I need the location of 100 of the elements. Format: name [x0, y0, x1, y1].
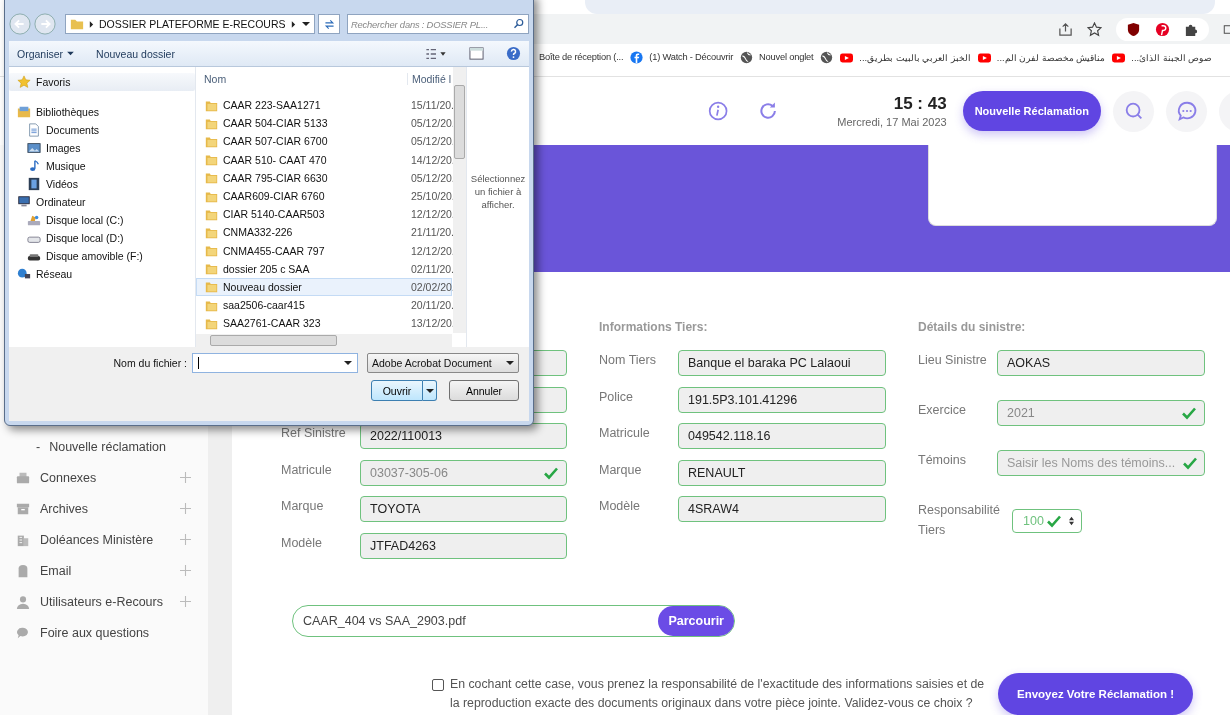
cancel-button[interactable]: Annuler: [449, 380, 519, 401]
user-icon: [16, 594, 30, 609]
back-icon[interactable]: [9, 13, 31, 35]
filename-field[interactable]: [192, 353, 358, 373]
field-label: Lieu Sinistre: [918, 352, 988, 367]
file-row[interactable]: CIAR 5140-CAAR503 12/12/20.: [196, 205, 452, 224]
nav-item[interactable]: Vidéos: [9, 175, 195, 193]
speech-bubble-icon: [16, 625, 30, 640]
sidebar-item[interactable]: Connexes: [0, 462, 208, 493]
youtube-icon: [1112, 50, 1126, 64]
new-claim-button[interactable]: Nouvelle Réclamation: [962, 91, 1101, 131]
view-icon[interactable]: [425, 46, 447, 61]
text-field[interactable]: 191.5P3.101.41296: [678, 386, 886, 413]
sidebar-item[interactable]: Email: [0, 555, 208, 586]
file-row[interactable]: CNMA455-CAAR 797 12/12/20.: [196, 241, 452, 260]
column-header[interactable]: Modifié l: [406, 73, 451, 85]
computer-icon: [17, 195, 31, 209]
caret-icon[interactable]: [344, 360, 352, 366]
shield-icon[interactable]: [1126, 21, 1141, 37]
bookmark[interactable]: Boîte de réception (...: [539, 52, 624, 62]
bookmark[interactable]: صوص الجبنة الذائ...: [1112, 50, 1213, 64]
section-heading: Informations Tiers:: [599, 320, 709, 336]
organize-menu[interactable]: Organiser: [17, 47, 64, 60]
text-field[interactable]: RENAULT: [678, 459, 886, 486]
forward-icon[interactable]: [34, 13, 56, 35]
sidebar-item[interactable]: Archives: [0, 493, 208, 524]
bookmark[interactable]: مناقيش مخصصة لفرن الم...: [977, 50, 1106, 64]
field-label: Nom Tiers: [599, 352, 657, 367]
search-icon[interactable]: [513, 18, 525, 30]
chevron-icon[interactable]: [89, 20, 94, 28]
open-options-button[interactable]: [423, 380, 437, 401]
sidebar-item[interactable]: Foire aux questions: [0, 617, 208, 648]
filetype-dropdown[interactable]: Adobe Acrobat Document: [367, 353, 519, 373]
help-icon[interactable]: [506, 46, 521, 61]
nav-item[interactable]: Ordinateur: [9, 193, 195, 211]
text-field[interactable]: JTFAD4263: [360, 532, 567, 559]
file-row[interactable]: CAAR 507-CIAR 6700 05/12/20.: [196, 132, 452, 151]
file-row[interactable]: CNMA332-226 21/11/20.: [196, 223, 452, 242]
chat-button[interactable]: [1166, 90, 1207, 132]
refresh-button[interactable]: [318, 14, 340, 34]
info-icon[interactable]: [708, 100, 729, 122]
nav-item[interactable]: Réseau: [9, 265, 195, 283]
bookmark[interactable]: Nouvel onglet: [740, 50, 814, 64]
file-row[interactable]: dossier 205 c SAA 02/11/20.: [196, 259, 452, 278]
bookmark[interactable]: [820, 50, 834, 64]
printer-icon: [16, 470, 30, 485]
file-row[interactable]: CAAR 795-CIAR 6630 05/12/20.: [196, 168, 452, 187]
scrollbar[interactable]: [196, 334, 452, 347]
text-field[interactable]: 049542.118.16: [678, 423, 886, 449]
text-field[interactable]: AOKAS: [997, 350, 1205, 376]
nav-item[interactable]: Images: [9, 139, 195, 157]
search-button[interactable]: [1113, 90, 1154, 132]
file-row[interactable]: CAAR 510- CAAT 470 14/12/20.: [196, 150, 452, 169]
witnesses-field[interactable]: Saisir les Noms des témoins...: [997, 450, 1205, 476]
file-row[interactable]: saa2506-caar415 20/11/20.: [196, 296, 452, 315]
field-label: Marque: [281, 498, 325, 513]
text-field[interactable]: TOYOTA: [360, 496, 567, 522]
pin-icon[interactable]: [1155, 21, 1170, 37]
bookmark[interactable]: (1) Watch - Découvrir: [630, 50, 734, 64]
scrollbar[interactable]: [453, 67, 466, 333]
file-row[interactable]: SAA2761-CAAR 323 13/12/20.: [196, 314, 452, 333]
browse-button[interactable]: Parcourir: [658, 606, 734, 636]
file-row[interactable]: CAAR 504-CIAR 5133 05/12/20.: [196, 114, 452, 133]
refresh-icon: [322, 17, 336, 31]
sidebar-item[interactable]: Utilisateurs e-Recours: [0, 586, 208, 617]
text-field[interactable]: Banque el baraka PC Lalaoui: [678, 350, 886, 376]
column-header[interactable]: Nom: [204, 73, 407, 85]
caret-icon[interactable]: [302, 21, 310, 27]
file-row[interactable]: Nouveau dossier 02/02/20.: [196, 277, 452, 297]
share-icon[interactable]: [1058, 21, 1073, 37]
file-row[interactable]: CAAR 223-SAA1271 15/11/20.: [196, 96, 452, 115]
caret-icon[interactable]: [67, 51, 75, 56]
nav-item[interactable]: Disque local (C:): [9, 211, 195, 229]
stepper-icon[interactable]: [1067, 516, 1075, 526]
search-field[interactable]: Rechercher dans : DOSSIER PL...: [347, 14, 529, 34]
open-button[interactable]: Ouvrir: [371, 380, 423, 401]
folder-icon: [205, 298, 218, 312]
text-field[interactable]: 4SRAW4: [678, 496, 886, 522]
nav-item[interactable]: Bibliothèques: [9, 103, 195, 121]
mailbox-icon: [16, 563, 30, 578]
field-label: Exercice: [918, 402, 967, 417]
nav-item[interactable]: Documents: [9, 121, 195, 139]
chevron-icon[interactable]: [290, 20, 296, 28]
sidebar-item[interactable]: Doléances Ministère: [0, 524, 208, 555]
nav-item[interactable]: Musique: [9, 157, 195, 175]
caret-icon: [425, 387, 434, 394]
checkbox[interactable]: [432, 679, 444, 691]
bookmark[interactable]: الخبز العربي بالبيت بطريق...: [840, 50, 971, 64]
star-icon[interactable]: [1087, 21, 1102, 37]
new-folder-button[interactable]: Nouveau dossier: [96, 47, 175, 60]
refresh-icon[interactable]: [758, 100, 779, 122]
file-row[interactable]: CAAR609-CIAR 6760 25/10/20.: [196, 186, 452, 206]
submit-button[interactable]: Envoyez Votre Réclamation !: [998, 673, 1193, 715]
nav-item[interactable]: Disque local (D:): [9, 229, 195, 247]
sidebar-item[interactable]: - Nouvelle réclamation: [0, 431, 208, 462]
path-bar[interactable]: DOSSIER PLATEFORME E-RECOURS: [65, 14, 315, 34]
preview-pane-icon[interactable]: [469, 46, 484, 61]
library-icon: [17, 105, 31, 119]
nav-item[interactable]: Disque amovible (F:): [9, 247, 195, 265]
archive-icon: [16, 501, 30, 516]
